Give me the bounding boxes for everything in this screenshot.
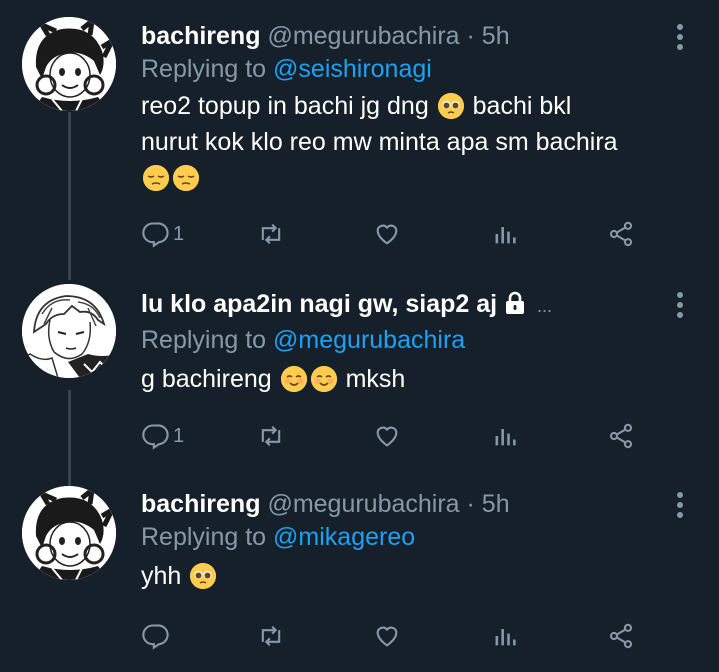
lock-icon [504,291,526,323]
pensive-face-emoji [143,165,169,191]
more-options-icon[interactable] [675,292,685,322]
share-icon [609,221,633,247]
reply-icon [142,222,169,248]
replying-label: Replying to [141,55,267,83]
analytics-button[interactable] [491,418,519,454]
bachira-avatar-image [22,486,116,580]
retweet-icon [261,625,281,647]
handle[interactable]: @megurubachira [267,490,459,518]
tweet-actions: 1 [141,216,641,252]
share-icon [609,623,633,649]
timestamp[interactable]: · 5h [467,22,510,50]
share-button[interactable] [607,418,635,454]
display-name[interactable]: lu klo apa2in nagi gw, siap2 aj [141,290,497,318]
smiling-face-emoji [280,366,307,392]
more-options-icon[interactable] [675,24,685,54]
display-name[interactable]: bachireng [141,22,260,50]
reply-button[interactable]: 1 [141,216,184,252]
tweet-text-part: reo2 topup in bachi jg dng [141,92,429,120]
reply-mention[interactable]: @megurubachira [273,326,465,354]
reply-button[interactable]: 1 [141,418,184,454]
share-icon [609,423,633,449]
avatar[interactable] [22,486,116,580]
heart-icon [376,224,398,245]
more-options-icon[interactable] [675,492,685,522]
heart-icon [376,426,398,447]
reply-icon [142,424,169,450]
tweet-text: yhh [141,558,669,594]
reply-count: 1 [173,424,185,447]
like-button[interactable] [373,418,401,454]
like-button[interactable] [373,618,401,654]
display-name[interactable]: bachireng [141,490,260,518]
pleading-face-emoji [190,563,217,589]
tweet-actions [141,618,641,654]
replying-label: Replying to [141,523,267,551]
analytics-button[interactable] [491,618,519,654]
tweet[interactable]: bachireng @megurubachira · 5h Replying t… [0,470,719,672]
share-button[interactable] [607,216,635,252]
handle[interactable]: @megurubachira [267,22,459,50]
tweet-text: reo2 topup in bachi jg dng bachi bkl nur… [141,88,669,196]
reply-icon [142,624,169,650]
avatar[interactable] [22,17,116,111]
pleading-face-emoji [437,93,464,119]
reply-mention[interactable]: @mikagereo [273,523,415,551]
tweet-actions: 1 [141,418,641,454]
reo-avatar-image [22,284,116,378]
tweet-text-part: nurut kok klo reo mw minta apa sm bachir… [141,128,618,156]
tweet-text-part: bachi bkl [472,92,572,120]
tweet[interactable]: bachireng @megurubachira · 5h Replying t… [0,0,719,270]
tweet-text-part: mksh [345,365,406,393]
replying-label: Replying to [141,326,267,354]
retweet-button[interactable] [257,216,285,252]
reply-mention[interactable]: @seishironagi [273,55,432,83]
tweet-text: g bachireng mksh [141,361,669,397]
analytics-icon [495,629,516,646]
analytics-icon [495,227,516,244]
name-ellipsis: ... [537,296,553,316]
heart-icon [376,626,398,647]
retweet-icon [261,425,281,447]
retweet-button[interactable] [257,418,285,454]
analytics-button[interactable] [491,216,519,252]
retweet-icon [261,223,281,245]
analytics-icon [495,429,516,446]
reply-count: 1 [173,222,185,245]
pensive-face-emoji [173,165,199,191]
timestamp[interactable]: · 5h [467,490,510,518]
tweet-text-part: yhh [141,562,182,590]
tweet-text-part: g bachireng [141,365,272,393]
bachira-avatar-image [22,17,116,111]
like-button[interactable] [373,216,401,252]
tweet[interactable]: lu klo apa2in nagi gw, siap2 aj ... Repl… [0,270,719,470]
smiling-face-emoji [310,366,337,392]
retweet-button[interactable] [257,618,285,654]
share-button[interactable] [607,618,635,654]
reply-button[interactable] [141,618,169,654]
avatar[interactable] [22,284,116,378]
